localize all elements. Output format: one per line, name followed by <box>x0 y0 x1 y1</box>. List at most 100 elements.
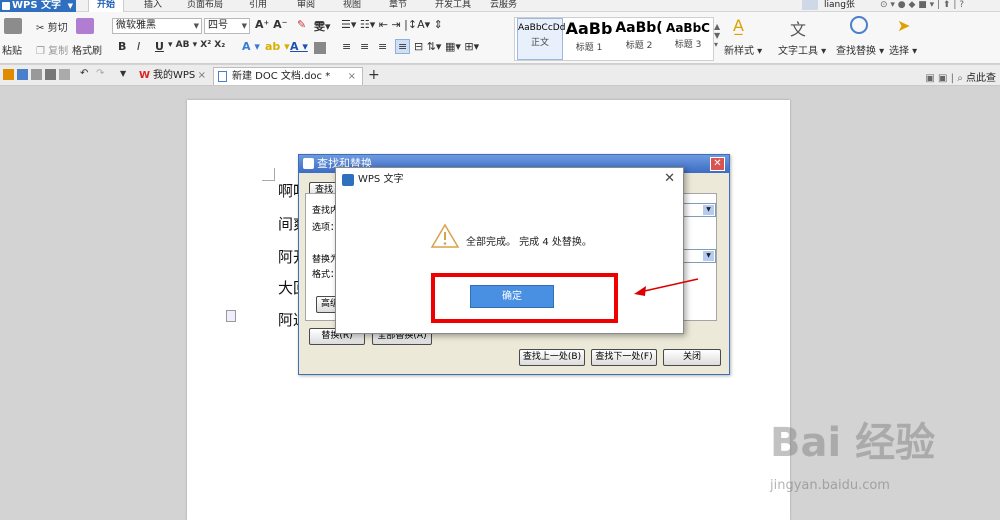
text-tools-text: 文字工具 <box>778 46 818 57</box>
window-controls-icon[interactable]: ⊙ ▾ ● ◆ ■ ▾ | ⬆ | ? <box>880 0 964 11</box>
message-title: WPS 文字 <box>358 174 404 185</box>
document-tab-bar: ↶ ↷ ▼ W 我的WPS × 新建 DOC 文档.doc * × + ▣ ▣ … <box>0 65 1000 86</box>
wps-logo-icon: W <box>139 70 151 81</box>
copy-button[interactable]: ❐ 复制 <box>36 42 68 57</box>
avatar[interactable] <box>802 0 818 10</box>
redo-icon[interactable]: ↷ <box>96 68 104 79</box>
tab-view[interactable]: 视图 <box>343 0 361 12</box>
open-icon[interactable] <box>3 69 14 80</box>
warning-icon <box>430 223 460 248</box>
close-icon[interactable]: × <box>198 67 206 84</box>
find-input[interactable]: ▼ <box>680 203 716 217</box>
tab-references[interactable]: 引用 <box>249 0 267 12</box>
close-icon[interactable]: ✕ <box>664 171 675 186</box>
message-text: 全部完成。 完成 4 处替换。 <box>466 237 592 248</box>
cut-button[interactable]: ✂ 剪切 <box>36 19 68 34</box>
format-painter-label[interactable]: 格式刷 <box>72 42 102 57</box>
tab-chapter[interactable]: 章节 <box>389 0 407 12</box>
align-center-icon[interactable]: ≡ <box>360 40 369 53</box>
paste-label[interactable]: 粘贴 <box>2 42 22 57</box>
tab-start[interactable]: 开始 <box>88 0 125 12</box>
print-icon[interactable] <box>45 69 56 80</box>
tab-my-wps[interactable]: W 我的WPS × <box>135 67 212 85</box>
save-icon[interactable] <box>17 69 28 80</box>
chevron-down-icon: ▼ <box>67 2 73 10</box>
new-style-label[interactable]: 新样式 ▾ <box>724 42 762 57</box>
style-heading-1[interactable]: AaBb 标题 1 <box>565 18 613 60</box>
distributed-icon[interactable]: ⊟ ⇅▾ ▦▾ ⊞▾ <box>414 40 479 53</box>
text-tools-icon[interactable]: 文 <box>790 16 806 40</box>
style-name: 正文 <box>530 38 549 48</box>
tab-developer[interactable]: 开发工具 <box>435 0 471 12</box>
app-menu-button[interactable]: WPS 文字 ▼ <box>0 0 76 12</box>
justify-icon[interactable]: ≡ <box>395 39 411 54</box>
bold-button[interactable]: B <box>118 40 126 53</box>
find-next-button[interactable]: 查找下一处(F) <box>591 349 657 366</box>
copy-label: 复制 <box>48 46 69 57</box>
phonetic-icon[interactable]: 雯▾ <box>314 18 331 34</box>
user-name[interactable]: liang张 <box>824 0 855 11</box>
find-replace-icon[interactable] <box>850 16 868 34</box>
tab-review[interactable]: 审阅 <box>297 0 315 12</box>
bullet-list-icon[interactable]: ☰▾ ☷▾ ⇤ ⇥ |↕A▾ ⇕ <box>341 18 443 31</box>
tab-insert[interactable]: 插入 <box>144 0 162 12</box>
new-tab-icon[interactable]: + <box>368 67 380 83</box>
style-normal[interactable]: AaBbCcDd 正文 <box>517 18 565 60</box>
find-previous-button[interactable]: 查找上一处(B) <box>519 349 585 366</box>
font-color-icon[interactable]: A ▾ <box>290 40 308 53</box>
cursor-icon[interactable]: ➤ <box>897 16 910 35</box>
find-replace-label[interactable]: 查找替换 ▾ <box>836 42 884 57</box>
text-effect-icon[interactable]: A ▾ <box>242 40 260 53</box>
new-style-text: 新样式 <box>724 46 754 57</box>
export-pdf-icon[interactable] <box>59 69 70 80</box>
tab-page-layout[interactable]: 页面布局 <box>187 0 223 12</box>
close-icon[interactable]: ✕ <box>710 157 725 171</box>
clear-format-icon[interactable]: ✎ <box>297 18 306 31</box>
select-label[interactable]: 选择 ▾ <box>889 42 917 57</box>
chevron-down-icon: ▼ <box>703 251 714 261</box>
close-icon[interactable]: × <box>348 68 356 85</box>
grow-font-icon[interactable]: A⁺ A⁻ <box>255 18 287 31</box>
font-size-select[interactable]: 四号 ▼ <box>204 18 250 34</box>
message-titlebar[interactable]: WPS 文字 <box>336 168 683 192</box>
font-name-value: 微软雅黑 <box>116 20 156 31</box>
chevron-down-icon: ▼ <box>703 205 714 215</box>
font-name-select[interactable]: 微软雅黑 ▼ <box>112 18 202 34</box>
ribbon: 粘贴 ✂ 剪切 ❐ 复制 格式刷 微软雅黑 ▼ 四号 ▼ A⁺ A⁻ ✎ 雯▾ … <box>0 12 1000 64</box>
strikethrough-icon[interactable]: ▾ AB ▾ X² X₂ <box>168 40 225 50</box>
style-heading-3[interactable]: AaBbC 标题 3 <box>665 18 711 60</box>
char-shading-icon[interactable] <box>314 42 326 54</box>
search-area[interactable]: ▣ ▣ | ⌕ 点此查 <box>925 69 996 84</box>
wps-logo-icon <box>2 2 10 10</box>
paste-icon[interactable] <box>4 18 22 34</box>
find-replace-text: 查找替换 <box>836 46 876 57</box>
tab-cloud[interactable]: 云服务 <box>490 0 517 12</box>
annotation-arrow-icon <box>634 278 699 296</box>
chevron-down-icon[interactable]: ▼ <box>120 69 126 78</box>
format-painter-icon[interactable] <box>76 18 94 34</box>
style-gallery: AaBbCcDd 正文 AaBb 标题 1 AaBb( 标题 2 AaBbC 标… <box>514 17 714 61</box>
undo-icon[interactable]: ↶ <box>80 68 88 79</box>
replace-input[interactable]: ▼ <box>680 249 716 263</box>
style-heading-2[interactable]: AaBb( 标题 2 <box>615 18 663 60</box>
align-left-icon[interactable]: ≡ <box>342 40 351 53</box>
search-label: 点此查 <box>966 73 996 84</box>
highlight-icon[interactable]: ab ▾ <box>265 40 290 53</box>
underline-button[interactable]: U <box>155 40 164 53</box>
italic-button[interactable]: I <box>137 40 140 53</box>
highlight-annotation-box <box>431 273 618 323</box>
print-preview-icon[interactable] <box>31 69 42 80</box>
new-style-icon[interactable]: A̲ <box>733 16 744 35</box>
side-tools-icon[interactable]: ▣ ▣ | ⌕ <box>925 73 966 84</box>
tab-label: 我的WPS <box>153 70 196 81</box>
cut-label: 剪切 <box>47 23 68 34</box>
close-button[interactable]: 关闭 <box>663 349 721 366</box>
watermark-url: jingyan.baidu.com <box>770 478 890 493</box>
align-right-icon[interactable]: ≡ <box>378 40 387 53</box>
gallery-scroll-icon[interactable]: ▲ ▼ ▾ <box>714 22 720 49</box>
font-size-value: 四号 <box>208 20 228 31</box>
text-tools-label[interactable]: 文字工具 ▾ <box>778 42 826 57</box>
paragraph-handle-icon[interactable] <box>226 310 236 322</box>
baidu-watermark: Bai 经验 <box>770 420 936 466</box>
tab-new-doc[interactable]: 新建 DOC 文档.doc * × <box>213 67 363 85</box>
